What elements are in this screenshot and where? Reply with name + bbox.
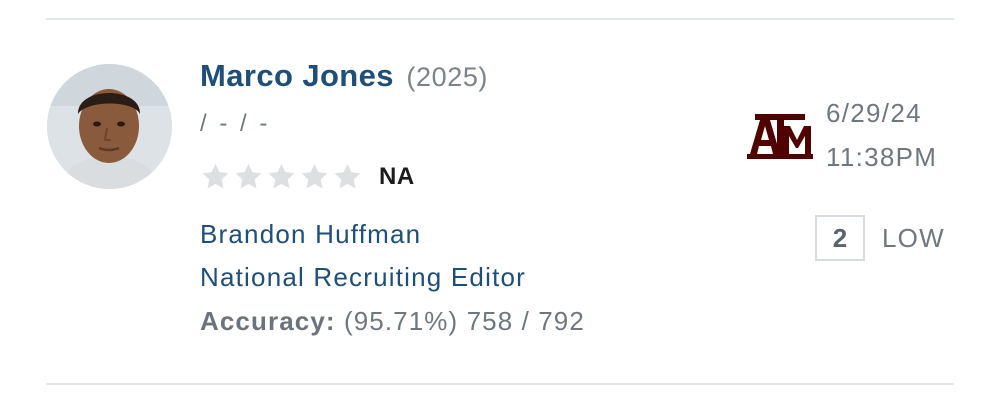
star-icon	[332, 162, 363, 192]
confidence-level: LOW	[882, 223, 945, 253]
accuracy-value: (95.71%) 758 / 792	[343, 306, 585, 336]
player-photo	[47, 64, 172, 189]
star-rating: NA	[200, 162, 415, 192]
player-rating: NA	[379, 163, 415, 190]
player-name[interactable]: Marco Jones	[200, 58, 394, 93]
analyst-name[interactable]: Brandon Huffman	[200, 219, 421, 250]
prediction-time: 11:38PM	[826, 142, 938, 172]
star-icon	[299, 162, 330, 192]
star-icon	[200, 162, 231, 192]
analyst-accuracy: Accuracy: (95.71%) 758 / 792	[200, 306, 585, 337]
divider-bottom	[46, 383, 954, 385]
player-measurements: / - / -	[200, 110, 271, 137]
player-name-line: Marco Jones (2025)	[200, 58, 488, 94]
player-avatar[interactable]	[47, 64, 172, 189]
class-year: (2025)	[406, 62, 489, 92]
confidence-score-badge: 2	[815, 215, 865, 261]
accuracy-label: Accuracy:	[200, 306, 336, 336]
star-icon	[233, 162, 264, 192]
star-icon	[266, 162, 297, 192]
prediction-date: 6/29/24	[826, 98, 922, 128]
texas-am-logo-icon[interactable]	[747, 108, 813, 166]
divider-top	[46, 18, 954, 20]
analyst-title: National Recruiting Editor	[200, 262, 527, 292]
